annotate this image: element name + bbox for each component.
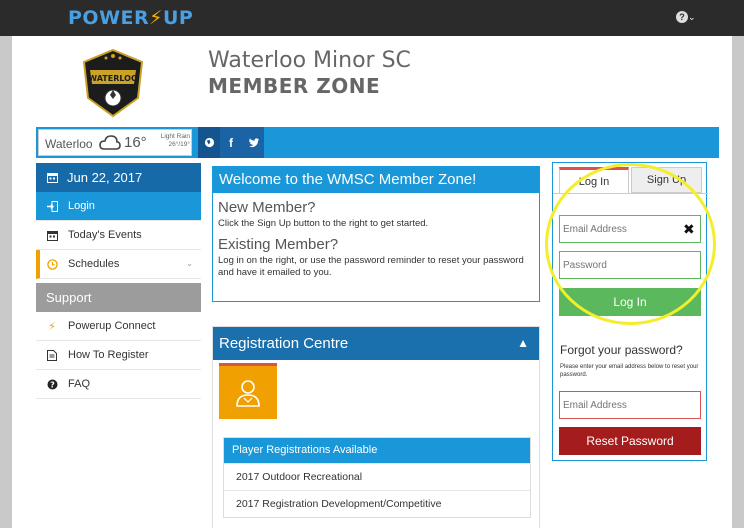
chevron-up-icon[interactable]: ▲ [517, 327, 529, 360]
twitter-link[interactable] [242, 127, 264, 158]
chevron-down-icon: ⌄ [688, 12, 696, 22]
left-sidebar: Jun 22, 2017 Login Today's Events Schedu… [36, 163, 201, 399]
login-icon [46, 200, 58, 212]
new-member-text: Click the Sign Up button to the right to… [218, 218, 429, 229]
weather-temperature: 16° [124, 134, 147, 151]
reset-email-field[interactable] [559, 391, 701, 419]
sidebar-item-powerup-connect[interactable]: ⚡ Powerup Connect [36, 312, 201, 341]
powerup-logo[interactable]: POWER⚡UP [68, 7, 193, 29]
club-crest-logo: WATERLOO [82, 48, 144, 118]
new-member-heading: New Member? [218, 199, 316, 216]
help-menu-button[interactable]: ? ⌄ [676, 9, 704, 27]
tab-log-in[interactable]: Log In [559, 167, 629, 193]
tab-divider [553, 193, 708, 194]
reset-password-button[interactable]: Reset Password [559, 427, 701, 455]
website-link[interactable] [198, 127, 220, 158]
clock-icon [46, 258, 58, 270]
list-item[interactable]: 2017 Registration Development/Competitiv… [224, 490, 530, 517]
help-icon: ? [676, 11, 688, 23]
globe-icon [204, 137, 214, 148]
existing-member-text: Log in on the right, or use the password… [218, 255, 524, 278]
calendar-icon [46, 172, 58, 184]
sidebar-item-login[interactable]: Login [36, 192, 201, 221]
support-heading: Support [36, 283, 201, 312]
sidebar-item-how-to-register[interactable]: How To Register [36, 341, 201, 370]
welcome-title: Welcome to the WMSC Member Zone! [213, 167, 539, 193]
weather-widget: Waterloo 16° Light Rain 26°/19° [38, 129, 192, 156]
chevron-down-icon: ⌄ [186, 259, 193, 268]
page-content: WATERLOO Waterloo Minor SC MEMBER ZONE W… [12, 36, 732, 528]
sidebar-item-todays-events[interactable]: Today's Events [36, 221, 201, 250]
document-icon [46, 349, 58, 361]
email-field[interactable] [559, 215, 701, 243]
calendar-icon [46, 229, 58, 241]
forgot-password-heading: Forgot your password? [560, 343, 683, 357]
player-registration-tile[interactable] [219, 363, 277, 419]
sidebar-item-faq[interactable]: ? FAQ [36, 370, 201, 399]
question-circle-icon: ? [46, 378, 58, 390]
weather-condition: Light Rain 26°/19° [160, 133, 190, 148]
welcome-panel: Welcome to the WMSC Member Zone! New Mem… [212, 166, 540, 302]
password-field[interactable] [559, 251, 701, 279]
twitter-icon [248, 137, 259, 147]
facebook-icon: f [229, 135, 233, 150]
svg-text:WATERLOO: WATERLOO [88, 74, 138, 83]
tab-sign-up[interactable]: Sign Up [631, 167, 702, 193]
player-registrations-list: Player Registrations Available 2017 Outd… [223, 437, 531, 518]
svg-text:?: ? [50, 380, 55, 389]
bolt-icon: ⚡ [48, 320, 56, 333]
existing-member-heading: Existing Member? [218, 236, 339, 253]
player-registrations-heading: Player Registrations Available [224, 438, 530, 463]
top-bar: POWER⚡UP ? ⌄ [0, 0, 744, 36]
bolt-icon: ⚡ [149, 7, 163, 29]
forgot-password-instructions: Please enter your email address below to… [560, 364, 699, 378]
player-icon [236, 379, 260, 407]
close-icon[interactable]: ✖ [683, 221, 695, 238]
login-panel: Log In Sign Up ✖ Log In Forgot your pass… [552, 162, 708, 461]
weather-city: Waterloo [45, 137, 93, 151]
club-name: Waterloo Minor SC [208, 48, 411, 73]
member-zone-title: MEMBER ZONE [208, 74, 381, 98]
log-in-button[interactable]: Log In [559, 288, 701, 316]
current-date: Jun 22, 2017 [36, 163, 201, 192]
list-item[interactable]: 2017 Outdoor Recreational [224, 463, 530, 490]
login-tabs: Log In Sign Up [559, 167, 702, 193]
cloud-icon [99, 135, 121, 150]
registration-centre-header[interactable]: Registration Centre ▲ [213, 327, 539, 360]
facebook-link[interactable]: f [220, 127, 242, 158]
registration-centre-panel: Registration Centre ▲ Player Registratio… [212, 326, 540, 528]
sidebar-item-schedules[interactable]: Schedules ⌄ [36, 250, 201, 279]
